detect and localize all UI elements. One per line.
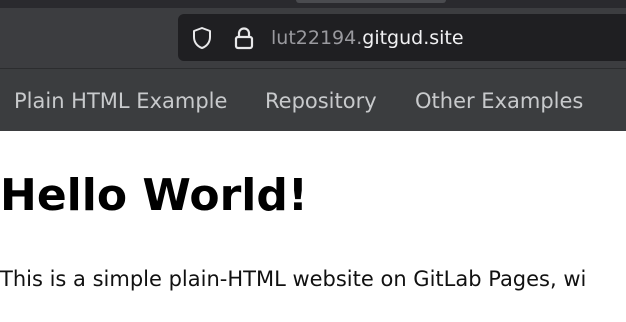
browser-toolbar: lut22194.gitgud.site bbox=[0, 0, 626, 68]
address-bar[interactable]: lut22194.gitgud.site bbox=[178, 14, 626, 61]
lock-icon[interactable] bbox=[233, 26, 255, 50]
intro-paragraph: This is a simple plain-HTML website on G… bbox=[0, 267, 587, 291]
nav-link-other-examples[interactable]: Other Examples bbox=[415, 88, 583, 114]
url-text[interactable]: lut22194.gitgud.site bbox=[271, 26, 464, 50]
page-title: Hello World! bbox=[0, 170, 308, 221]
site-navbar: Plain HTML Example Repository Other Exam… bbox=[0, 68, 626, 131]
tab-strip bbox=[0, 0, 626, 8]
nav-link-plain-html-example[interactable]: Plain HTML Example bbox=[14, 88, 227, 114]
active-tab[interactable] bbox=[296, 0, 446, 3]
nav-link-repository[interactable]: Repository bbox=[265, 88, 377, 114]
url-subdomain: lut22194. bbox=[271, 27, 363, 49]
shield-icon[interactable] bbox=[190, 26, 214, 50]
url-domain: gitgud.site bbox=[362, 27, 464, 49]
